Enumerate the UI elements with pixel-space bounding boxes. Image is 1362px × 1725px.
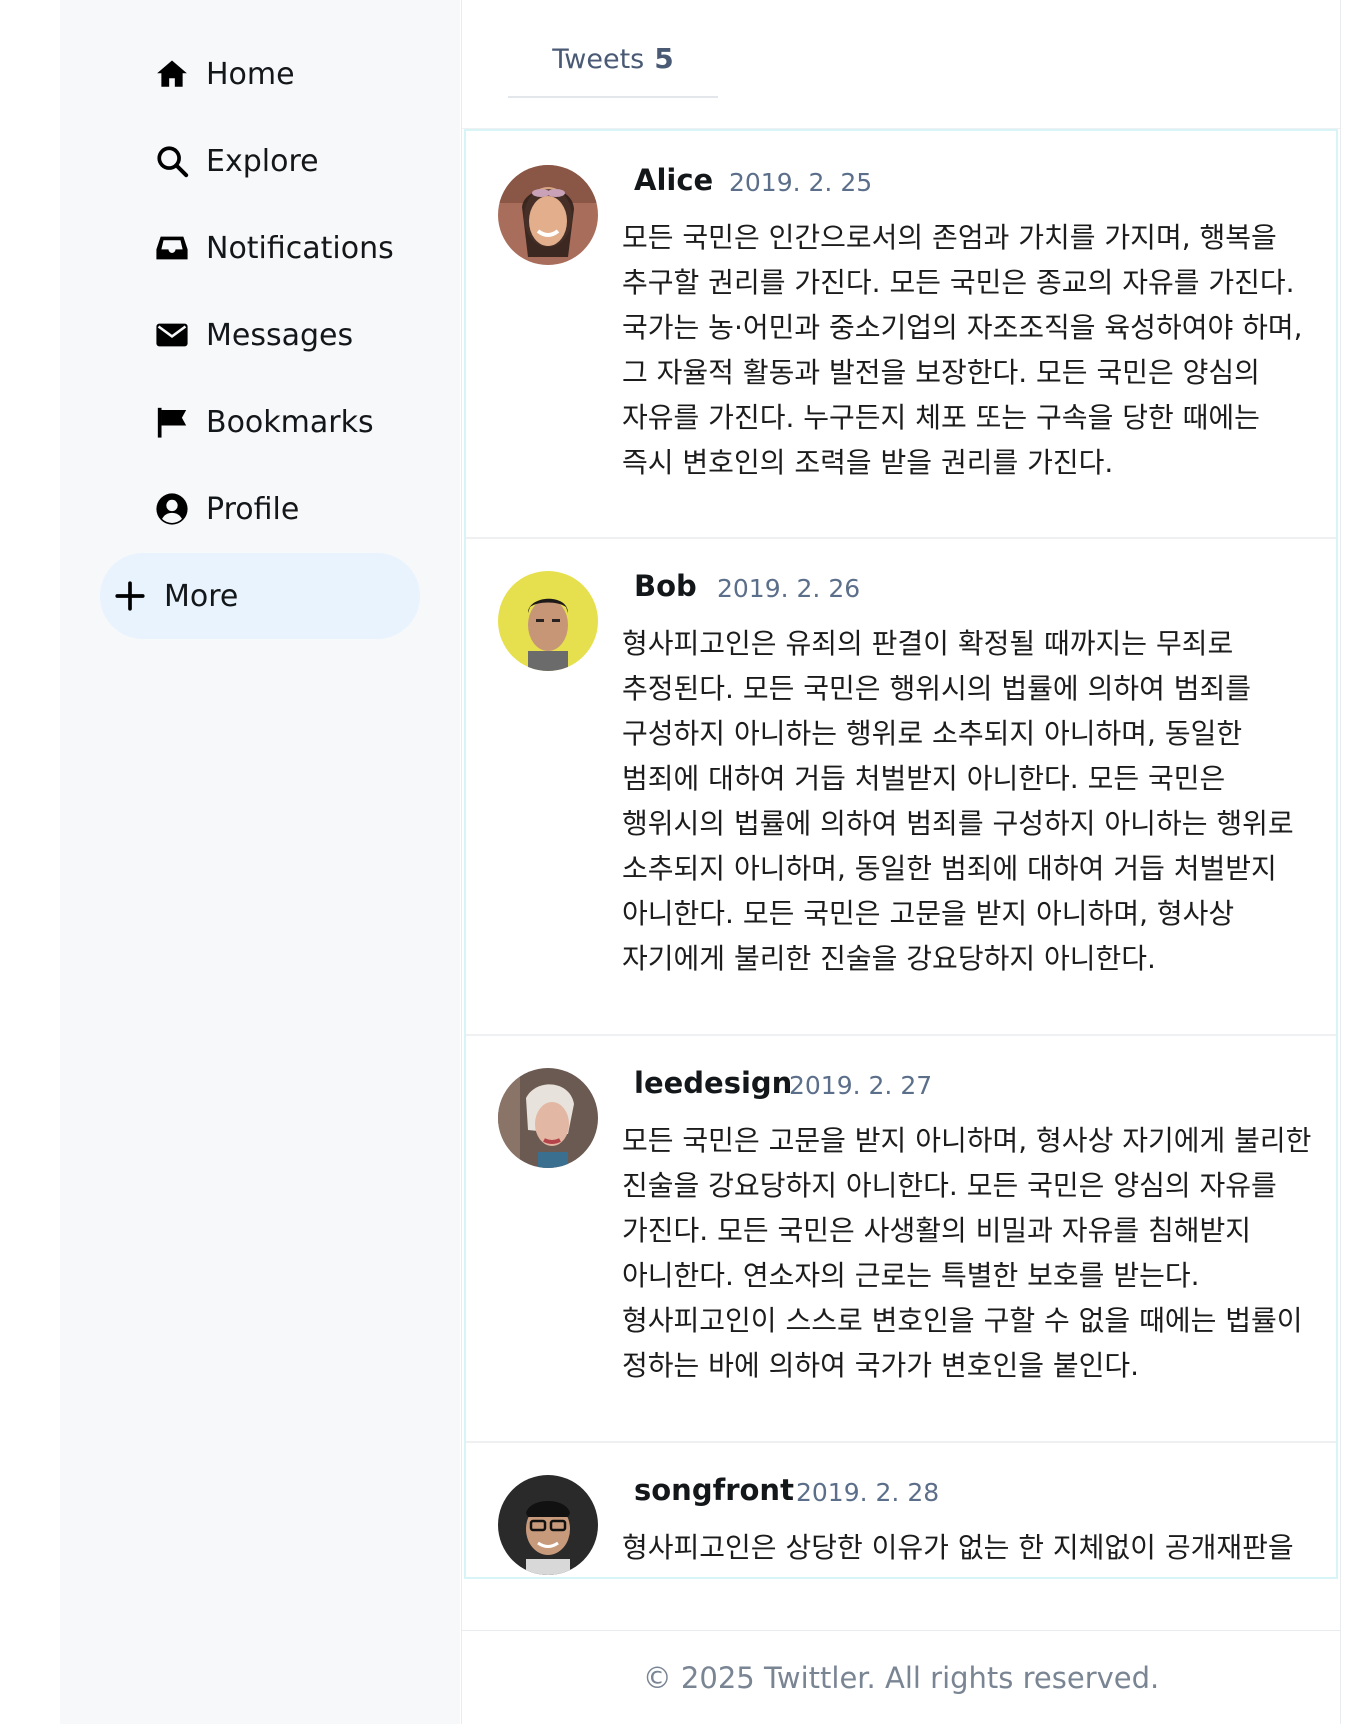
- avatar[interactable]: [498, 1068, 598, 1168]
- sidebar-item-explore[interactable]: Explore: [100, 118, 420, 204]
- sidebar-item-messages[interactable]: Messages: [100, 292, 420, 378]
- sidebar-item-notifications[interactable]: Notifications: [100, 205, 420, 291]
- user-circle-icon: [154, 491, 190, 527]
- sidebar-item-label: Explore: [206, 143, 319, 179]
- tweet-date: 2019. 2. 27: [789, 1071, 933, 1100]
- tweet-author[interactable]: songfront: [634, 1473, 794, 1507]
- avatar[interactable]: [498, 1475, 598, 1575]
- sidebar-item-label: Home: [206, 56, 295, 92]
- tweet-date: 2019. 2. 26: [717, 574, 861, 603]
- copyright-text: © 2025 Twittler. All rights reserved.: [642, 1661, 1160, 1695]
- tweet-date: 2019. 2. 28: [796, 1478, 940, 1507]
- tab-label: Tweets: [552, 44, 645, 75]
- tweet-text: 형사피고인은 유죄의 판결이 확정될 때까지는 무죄로 추정된다. 모든 국민은…: [622, 627, 1294, 975]
- tweet-item: Alice 2019. 2. 25 모든 국민은 인간으로서의 존엄과 가치를 …: [466, 131, 1336, 539]
- sidebar-item-label: Bookmarks: [206, 404, 374, 440]
- avatar[interactable]: [498, 165, 598, 265]
- tweet-date: 2019. 2. 25: [729, 168, 873, 197]
- sidebar: Home Explore Notifications Messages Book…: [60, 0, 460, 1724]
- sidebar-item-home[interactable]: Home: [100, 31, 420, 117]
- search-icon: [154, 143, 190, 179]
- tweet-count: 5: [654, 42, 674, 75]
- inbox-icon: [154, 230, 190, 266]
- avatar[interactable]: [498, 571, 598, 671]
- sidebar-item-label: Profile: [206, 491, 300, 527]
- tweet-item: leedesign 2019. 2. 27 모든 국민은 고문을 받지 아니하며…: [466, 1034, 1336, 1443]
- sidebar-item-more[interactable]: More: [100, 553, 420, 639]
- main-content: Tweets 5 Alice 2019. 2. 25 모든 국민은 인간으로서의 …: [461, 0, 1341, 1724]
- sidebar-item-label: More: [164, 578, 239, 614]
- sidebar-item-bookmarks[interactable]: Bookmarks: [100, 379, 420, 465]
- tweet-item: songfront 2019. 2. 28 형사피고인은 상당한 이유가 없는 …: [466, 1441, 1336, 1577]
- flag-icon: [154, 404, 190, 440]
- tweet-author[interactable]: Bob: [634, 569, 697, 603]
- tweet-author[interactable]: Alice: [634, 163, 713, 197]
- tab-tweets[interactable]: Tweets 5: [508, 34, 718, 98]
- tweet-author[interactable]: leedesign: [634, 1066, 792, 1100]
- tweet-item: Bob 2019. 2. 26 형사피고인은 유죄의 판결이 확정될 때까지는 …: [466, 537, 1336, 1036]
- sidebar-item-profile[interactable]: Profile: [100, 466, 420, 552]
- envelope-icon: [154, 317, 190, 353]
- tweet-feed[interactable]: Alice 2019. 2. 25 모든 국민은 인간으로서의 존엄과 가치를 …: [464, 129, 1338, 1579]
- home-icon: [154, 56, 190, 92]
- sidebar-item-label: Messages: [206, 317, 354, 353]
- footer: © 2025 Twittler. All rights reserved.: [462, 1630, 1340, 1725]
- tweet-text: 모든 국민은 인간으로서의 존엄과 가치를 가지며, 행복을 추구할 권리를 가…: [622, 221, 1303, 479]
- tweet-text: 모든 국민은 고문을 받지 아니하며, 형사상 자기에게 불리한 진술을 강요당…: [622, 1124, 1312, 1382]
- tab-bar: Tweets 5: [462, 0, 1340, 129]
- plus-icon: [112, 578, 148, 614]
- tweet-text: 형사피고인은 상당한 이유가 없는 한 지체없이 공개재판을: [622, 1531, 1294, 1564]
- sidebar-item-label: Notifications: [206, 230, 394, 266]
